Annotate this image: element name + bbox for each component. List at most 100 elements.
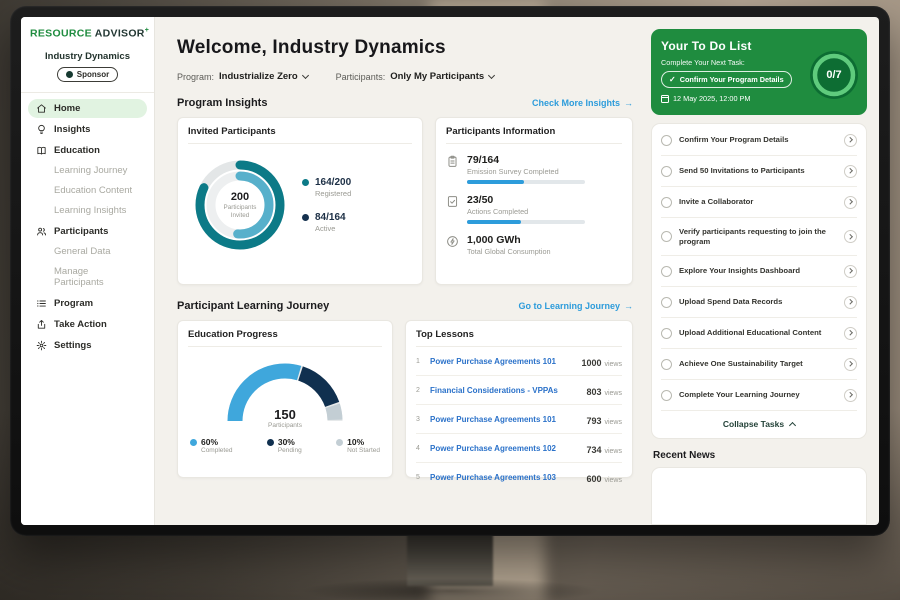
sidebar-item-learning-journey[interactable]: Learning Journey — [28, 162, 147, 180]
task-checkbox[interactable] — [661, 328, 672, 339]
sidebar-item-take-action[interactable]: Take Action — [28, 315, 147, 334]
sidebar-item-education[interactable]: Education — [28, 141, 147, 160]
sidebar-item-program[interactable]: Program — [28, 294, 147, 313]
task-expand-button[interactable] — [844, 296, 857, 309]
sidebar-item-settings[interactable]: Settings — [28, 336, 147, 355]
education-card-title: Education Progress — [188, 329, 382, 347]
checklist-icon — [446, 195, 459, 208]
recent-news-heading: Recent News — [653, 450, 865, 461]
progress-bar — [467, 180, 585, 184]
legend-label: Completed — [201, 447, 232, 454]
sidebar-item-label: Participants — [54, 226, 108, 237]
task-item-verify-participants-requesting-to-join-the-program[interactable]: Verify participants requesting to join t… — [661, 218, 857, 256]
lesson-link[interactable]: Financial Considerations - VPPAs — [430, 386, 579, 395]
sidebar-item-label: Home — [54, 103, 80, 114]
legend-dot-icon — [302, 179, 309, 186]
task-expand-button[interactable] — [844, 265, 857, 278]
task-checkbox[interactable] — [661, 359, 672, 370]
stat-label: Actions Completed — [467, 207, 585, 216]
task-expand-button[interactable] — [844, 327, 857, 340]
task-checkbox[interactable] — [661, 166, 672, 177]
task-checkbox[interactable] — [661, 297, 672, 308]
legend-label: Not Started — [347, 447, 380, 454]
stat-value: 23/50 — [467, 194, 585, 206]
sponsor-icon — [66, 71, 73, 78]
page-title: Welcome, Industry Dynamics — [177, 37, 633, 59]
task-item-explore-your-insights-dashboard[interactable]: Explore Your Insights Dashboard — [661, 256, 857, 287]
legend-label: Active — [315, 224, 346, 233]
sidebar-item-education-content[interactable]: Education Content — [28, 182, 147, 200]
task-item-upload-additional-educational-content[interactable]: Upload Additional Educational Content — [661, 318, 857, 349]
task-item-send-50-invitations-to-participants[interactable]: Send 50 Invitations to Participants — [661, 156, 857, 187]
task-expand-button[interactable] — [844, 358, 857, 371]
lesson-link[interactable]: Power Purchase Agreements 102 — [430, 444, 579, 453]
filters-row: Program:Industrialize ZeroParticipants:O… — [177, 71, 633, 82]
task-item-complete-your-learning-journey[interactable]: Complete Your Learning Journey — [661, 380, 857, 411]
task-label: Upload Additional Educational Content — [679, 328, 837, 338]
sidebar-item-label: Education — [54, 145, 100, 156]
education-progress-card: Education Progress 150 Participants — [177, 320, 393, 478]
task-expand-button[interactable] — [844, 134, 857, 147]
main-content: Welcome, Industry Dynamics Program:Indus… — [155, 17, 647, 525]
task-expand-button[interactable] — [844, 230, 857, 243]
dashboard-screen: RESOURCE ADVISOR+ Industry Dynamics Spon… — [21, 17, 879, 525]
sidebar-nav: Home Insights Education Learning Journey Edu… — [28, 99, 147, 355]
sponsor-badge[interactable]: Sponsor — [57, 67, 118, 82]
chevron-right-icon — [848, 362, 853, 367]
sidebar-item-label: Program — [54, 298, 93, 309]
task-checkbox[interactable] — [661, 231, 672, 242]
insights-icon — [36, 124, 47, 135]
settings-icon — [36, 340, 47, 351]
task-label: Complete Your Learning Journey — [679, 390, 837, 400]
task-item-achieve-one-sustainability-target[interactable]: Achieve One Sustainability Target — [661, 349, 857, 380]
task-item-confirm-your-program-details[interactable]: Confirm Your Program Details — [661, 125, 857, 156]
task-checkbox[interactable] — [661, 197, 672, 208]
progress-bar — [467, 220, 585, 224]
todo-progress-count: 0/7 — [826, 69, 841, 81]
stat-value: 1,000 GWh — [467, 234, 551, 246]
task-expand-button[interactable] — [844, 196, 857, 209]
energy-icon — [446, 235, 459, 248]
legend-item-completed: 60%Completed — [190, 437, 232, 454]
check-more-insights-link[interactable]: Check More Insights → — [532, 98, 633, 108]
lesson-views: 734views — [586, 440, 622, 458]
filter-value-dropdown[interactable]: Industrialize Zero — [219, 71, 308, 82]
logo-resource: RESOURCE — [30, 28, 92, 40]
arrow-right-icon: → — [624, 98, 633, 108]
progress-bar-fill — [467, 220, 521, 224]
lesson-link[interactable]: Power Purchase Agreements 101 — [430, 415, 579, 424]
sidebar-item-general-data[interactable]: General Data — [28, 243, 147, 261]
info-stat-list: 79/164Emission Survey Completed23/50Acti… — [446, 154, 622, 256]
sidebar-item-label: Take Action — [54, 319, 107, 330]
filter-value-dropdown[interactable]: Only My Participants — [390, 71, 494, 82]
task-item-upload-spend-data-records[interactable]: Upload Spend Data Records — [661, 287, 857, 318]
go-to-learning-journey-link[interactable]: Go to Learning Journey → — [518, 301, 633, 311]
chevron-right-icon — [848, 138, 853, 143]
task-checkbox[interactable] — [661, 266, 672, 277]
home-icon — [36, 103, 47, 114]
next-task-chip[interactable]: ✓ Confirm Your Program Details — [661, 71, 792, 88]
collapse-tasks-button[interactable]: Collapse Tasks — [661, 411, 857, 437]
task-expand-button[interactable] — [844, 389, 857, 402]
sidebar-item-learning-insights[interactable]: Learning Insights — [28, 202, 147, 220]
lesson-views: 600views — [586, 469, 622, 487]
sidebar-item-label: Learning Insights — [54, 205, 126, 216]
sidebar-item-home[interactable]: Home — [28, 99, 147, 118]
lesson-link[interactable]: Power Purchase Agreements 101 — [430, 357, 574, 366]
task-checkbox[interactable] — [661, 390, 672, 401]
task-item-invite-a-collaborator[interactable]: Invite a Collaborator — [661, 187, 857, 218]
donut-center-value: 200 — [231, 191, 249, 203]
sidebar-item-participants[interactable]: Participants — [28, 222, 147, 241]
sidebar-divider — [21, 92, 154, 93]
lesson-link[interactable]: Power Purchase Agreements 103 — [430, 473, 579, 482]
education-icon — [36, 145, 47, 156]
task-expand-button[interactable] — [844, 165, 857, 178]
sidebar-item-manage-participants[interactable]: Manage Participants — [28, 263, 147, 292]
legend-item-not-started: 10%Not Started — [336, 437, 380, 454]
sidebar-item-label: Insights — [54, 124, 90, 135]
lesson-rank: 4 — [416, 445, 423, 452]
sidebar-item-insights[interactable]: Insights — [28, 120, 147, 139]
task-checkbox[interactable] — [661, 135, 672, 146]
sidebar-item-label: General Data — [54, 246, 111, 257]
participants-filter: Participants:Only My Participants — [336, 71, 495, 82]
